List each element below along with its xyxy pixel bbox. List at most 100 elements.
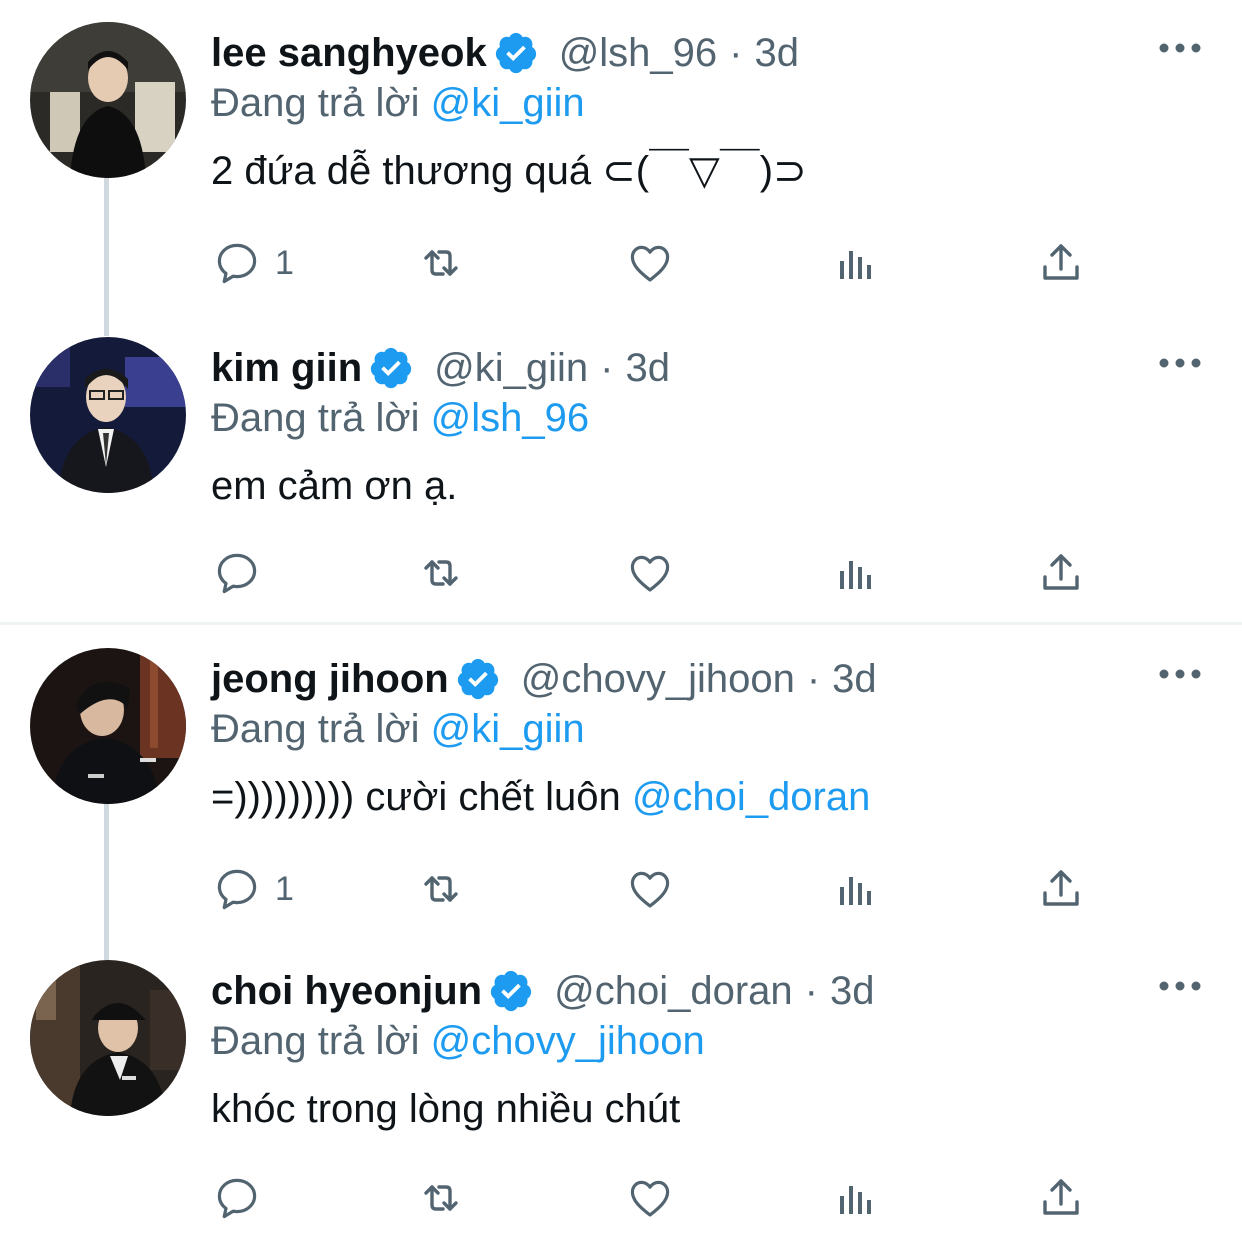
reply-icon	[217, 869, 257, 910]
more-options-icon[interactable]	[1158, 353, 1202, 373]
tweet-text: 2 đứa dễ thương quá ⊂(￣▽￣)⊃	[211, 146, 807, 196]
timestamp[interactable]: 3d	[832, 654, 877, 704]
tweet-text-content: khóc trong lòng nhiều chút	[211, 1087, 681, 1131]
analytics-button[interactable]	[832, 865, 880, 913]
retweet-button[interactable]	[417, 865, 465, 913]
analytics-icon	[840, 561, 871, 589]
share-button[interactable]	[1037, 1174, 1085, 1222]
verified-badge-icon	[490, 970, 532, 1012]
retweet-icon	[424, 250, 458, 276]
tweet-mention[interactable]: @choi_doran	[632, 775, 871, 819]
tweet-text: khóc trong lòng nhiều chút	[211, 1084, 680, 1134]
action-bar	[0, 1148, 1242, 1248]
timestamp[interactable]: 3d	[830, 966, 875, 1016]
analytics-button[interactable]	[832, 549, 880, 597]
replying-to: Đang trả lời @lsh_96	[211, 393, 589, 443]
like-icon	[630, 1180, 670, 1217]
avatar[interactable]	[30, 337, 186, 493]
replying-prefix: Đang trả lời	[211, 707, 420, 751]
replying-mention[interactable]: @lsh_96	[431, 396, 589, 440]
avatar[interactable]	[30, 648, 186, 804]
replying-mention[interactable]: @ki_giin	[431, 707, 585, 751]
separator-dot: ·	[804, 969, 818, 1013]
retweet-icon	[424, 876, 458, 902]
like-button[interactable]	[626, 865, 674, 913]
share-icon	[1043, 244, 1079, 280]
replying-prefix: Đang trả lời	[211, 1019, 420, 1063]
user-handle[interactable]: @choi_doran	[554, 966, 793, 1016]
more-options-icon[interactable]	[1158, 664, 1202, 684]
reply-button[interactable]	[213, 549, 275, 597]
share-button[interactable]	[1037, 549, 1085, 597]
like-icon	[630, 871, 670, 908]
analytics-icon	[840, 1186, 871, 1214]
reply-button[interactable]: 1	[213, 865, 294, 913]
tweet-lee-sanghyeok[interactable]: lee sanghyeok @lsh_96 · 3d Đang trả lời …	[0, 0, 1242, 336]
share-icon	[1043, 1179, 1079, 1215]
avatar[interactable]	[30, 960, 186, 1116]
reply-button[interactable]	[213, 1174, 275, 1222]
user-handle[interactable]: @lsh_96	[559, 28, 717, 78]
action-bar: 1	[0, 839, 1242, 939]
replying-prefix: Đang trả lời	[211, 81, 420, 125]
share-icon	[1043, 554, 1079, 590]
retweet-button[interactable]	[417, 549, 465, 597]
like-button[interactable]	[626, 549, 674, 597]
analytics-button[interactable]	[832, 239, 880, 287]
like-icon	[630, 555, 670, 592]
display-name[interactable]: jeong jihoon	[211, 654, 449, 704]
analytics-icon	[840, 877, 871, 905]
tweet-text: em cảm ơn ạ.	[211, 461, 457, 511]
thread-separator	[0, 622, 1242, 625]
reply-count: 1	[275, 243, 294, 282]
retweet-icon	[424, 560, 458, 586]
avatar[interactable]	[30, 22, 186, 178]
reply-button[interactable]: 1	[213, 239, 294, 287]
more-options-icon[interactable]	[1158, 976, 1202, 996]
replying-prefix: Đang trả lời	[211, 396, 420, 440]
tweet-choi-hyeonjun[interactable]: choi hyeonjun @choi_doran · 3d Đang trả …	[0, 938, 1242, 1236]
user-handle[interactable]: @chovy_jihoon	[521, 654, 795, 704]
like-icon	[630, 245, 670, 282]
share-button[interactable]	[1037, 239, 1085, 287]
retweet-button[interactable]	[417, 239, 465, 287]
like-button[interactable]	[626, 1174, 674, 1222]
verified-badge-icon	[371, 347, 412, 389]
reply-icon	[217, 553, 257, 594]
share-icon	[1043, 870, 1079, 906]
analytics-icon	[840, 251, 871, 279]
more-options-icon[interactable]	[1158, 38, 1202, 58]
display-name[interactable]: choi hyeonjun	[211, 966, 482, 1016]
retweet-button[interactable]	[417, 1174, 465, 1222]
tweet-kim-giin[interactable]: kim giin @ki_giin · 3d Đang trả lời @lsh…	[0, 315, 1242, 621]
user-handle[interactable]: @ki_giin	[434, 343, 588, 393]
replying-mention[interactable]: @ki_giin	[431, 81, 585, 125]
replying-to: Đang trả lời @chovy_jihoon	[211, 1016, 705, 1066]
reply-count: 1	[275, 869, 294, 908]
tweet-jeong-jihoon[interactable]: jeong jihoon @chovy_jihoon · 3d Đang trả…	[0, 626, 1242, 962]
separator-dot: ·	[806, 657, 821, 701]
retweet-icon	[424, 1185, 458, 1211]
tweet-text-content: em cảm ơn ạ.	[211, 464, 458, 508]
separator-dot: ·	[729, 31, 743, 75]
replying-to: Đang trả lời @ki_giin	[211, 78, 585, 128]
reply-icon	[217, 1178, 257, 1219]
timestamp[interactable]: 3d	[625, 343, 670, 393]
like-button[interactable]	[626, 239, 674, 287]
replying-mention[interactable]: @chovy_jihoon	[431, 1019, 705, 1063]
tweet-text-content: =))))))))) cười chết luôn	[211, 775, 632, 819]
share-button[interactable]	[1037, 865, 1085, 913]
tweet-text-content: 2 đứa dễ thương quá ⊂(￣▽￣)⊃	[211, 149, 807, 193]
reply-icon	[217, 243, 257, 284]
verified-badge-icon	[457, 658, 498, 700]
action-bar: 1	[0, 213, 1242, 313]
verified-badge-icon	[495, 32, 536, 74]
tweet-text: =))))))))) cười chết luôn @choi_doran	[211, 772, 870, 822]
separator-dot: ·	[600, 346, 614, 390]
timestamp[interactable]: 3d	[755, 28, 800, 78]
action-bar	[0, 523, 1242, 623]
replying-to: Đang trả lời @ki_giin	[211, 704, 585, 754]
analytics-button[interactable]	[832, 1174, 880, 1222]
display-name[interactable]: lee sanghyeok	[211, 28, 487, 78]
display-name[interactable]: kim giin	[211, 343, 362, 393]
